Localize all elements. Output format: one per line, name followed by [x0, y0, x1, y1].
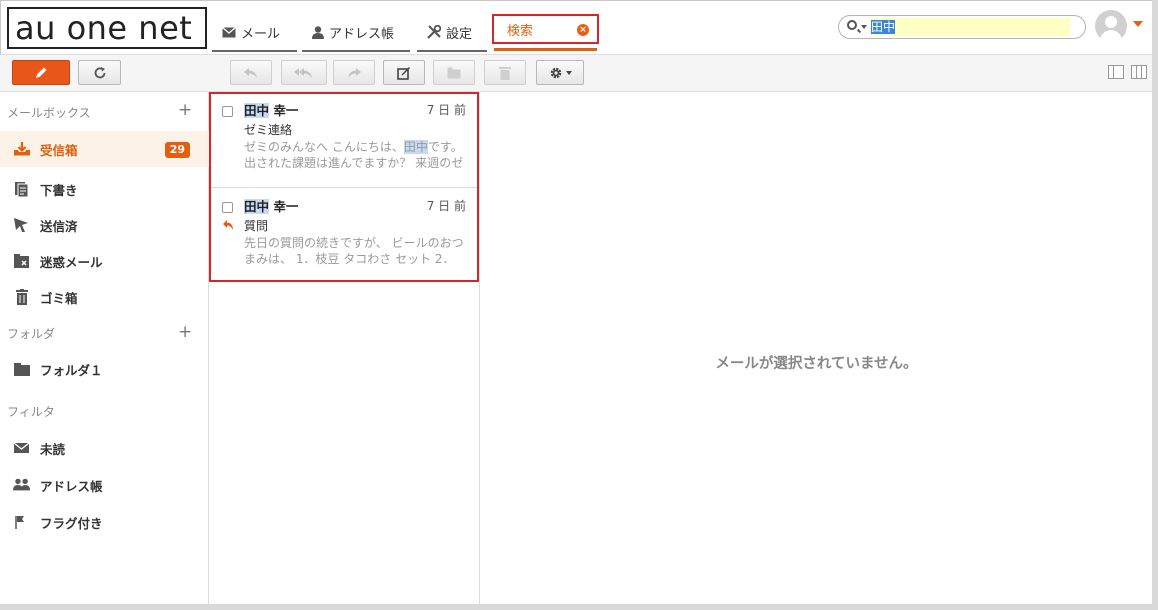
sent-icon	[14, 218, 28, 232]
single-pane-icon[interactable]	[1108, 65, 1124, 79]
active-tab-underline	[494, 48, 597, 51]
frame-edge	[0, 604, 1158, 610]
empty-state-message: メールが選択されていません。	[715, 356, 918, 372]
envelope-icon	[222, 26, 236, 37]
spam-icon	[14, 254, 29, 268]
sidebar-item-label: フラグ付き	[40, 515, 103, 531]
chevron-down-icon[interactable]	[861, 25, 867, 29]
inbox-icon	[14, 142, 30, 156]
nav-address-book-label: アドレス帳	[329, 26, 395, 42]
forward-icon	[348, 67, 361, 78]
split-pane-icon[interactable]	[1131, 65, 1147, 79]
drafts-icon	[15, 182, 29, 197]
trash-icon	[16, 289, 28, 305]
sidebar-item-flagged[interactable]: フラグ付き	[0, 504, 209, 540]
folder-icon	[14, 363, 30, 376]
trash-button[interactable]	[484, 60, 526, 85]
sidebar-item-label: ゴミ箱	[40, 290, 78, 306]
sidebar-item-spam[interactable]: 迷惑メール	[0, 243, 209, 279]
chevron-down-icon[interactable]	[1133, 21, 1143, 27]
nav-mail[interactable]: メール	[212, 12, 297, 52]
sidebar-item-drafts[interactable]: 下書き	[0, 171, 209, 207]
sidebar-item-label: 迷惑メール	[40, 254, 103, 270]
search-input-value: 田中	[871, 20, 896, 34]
logo[interactable]: au one net	[7, 7, 207, 49]
compose-button[interactable]	[12, 60, 70, 85]
sidebar-item-label: 未読	[40, 441, 66, 457]
search-icon[interactable]	[847, 20, 857, 30]
sidebar-item-inbox[interactable]: 受信箱 29	[0, 131, 209, 167]
envelope-icon	[13, 442, 30, 453]
toolbar	[0, 54, 1152, 92]
sidebar-item-folder-1[interactable]: フォルダ１	[0, 351, 209, 387]
add-mailbox-icon[interactable]: +	[178, 102, 192, 119]
sidebar-item-label: アドレス帳	[40, 478, 103, 494]
frame-edge	[1152, 0, 1158, 610]
sidebar-item-label: 受信箱	[40, 142, 78, 158]
trash-icon	[499, 66, 511, 80]
add-folder-icon[interactable]: +	[178, 324, 192, 341]
edit-icon	[397, 66, 410, 80]
sidebar-item-unread[interactable]: 未読	[0, 430, 209, 466]
filter-section-title: フィルタ	[7, 405, 55, 419]
nav-mail-label: メール	[241, 26, 281, 42]
sidebar-item-trash[interactable]: ゴミ箱	[0, 279, 209, 315]
user-avatar-icon[interactable]	[1095, 10, 1127, 42]
reply-icon	[244, 67, 257, 78]
chevron-down-icon	[565, 70, 572, 75]
nav-settings-label: 設定	[446, 26, 473, 42]
refresh-button[interactable]	[78, 60, 121, 85]
gear-icon	[550, 67, 561, 78]
forward-button[interactable]	[333, 60, 375, 85]
tab-search[interactable]: 検索 ×	[492, 14, 599, 44]
nav-address-book[interactable]: アドレス帳	[302, 12, 410, 52]
sidebar-item-sent[interactable]: 送信済	[0, 207, 209, 243]
person-icon	[312, 25, 324, 39]
settings-menu-button[interactable]	[536, 60, 584, 85]
mailbox-section-title: メールボックス	[7, 106, 91, 120]
sidebar-item-address-book[interactable]: アドレス帳	[0, 467, 209, 503]
folder-section-title: フォルダ	[7, 327, 56, 341]
reply-all-button[interactable]	[281, 60, 327, 85]
edit-button[interactable]	[383, 60, 425, 85]
tab-search-label: 検索	[507, 23, 534, 39]
reply-all-icon	[294, 67, 312, 78]
unread-count-badge: 29	[164, 142, 190, 158]
sidebar-item-label: 下書き	[40, 182, 78, 198]
refresh-icon	[94, 66, 105, 78]
pencil-icon	[36, 67, 47, 78]
reading-pane: メールが選択されていません。	[481, 92, 1152, 604]
search-results-highlight	[209, 92, 479, 282]
move-folder-button[interactable]	[433, 60, 475, 85]
sidebar-item-label: 送信済	[40, 218, 78, 234]
reply-button[interactable]	[230, 60, 272, 85]
people-icon	[13, 478, 31, 491]
sidebar-item-label: フォルダ１	[40, 362, 103, 378]
search-box[interactable]: 田中	[838, 15, 1086, 39]
move-folder-icon	[447, 67, 461, 78]
nav-settings[interactable]: 設定	[417, 12, 487, 52]
flag-icon	[15, 516, 24, 529]
close-circle-icon[interactable]: ×	[577, 24, 589, 36]
sidebar: メールボックス + 受信箱 29 下書き 送信済 迷惑メール ゴミ箱 フォルダ …	[0, 92, 209, 604]
search-input[interactable]: 田中	[870, 18, 1070, 36]
tools-icon	[427, 25, 441, 39]
